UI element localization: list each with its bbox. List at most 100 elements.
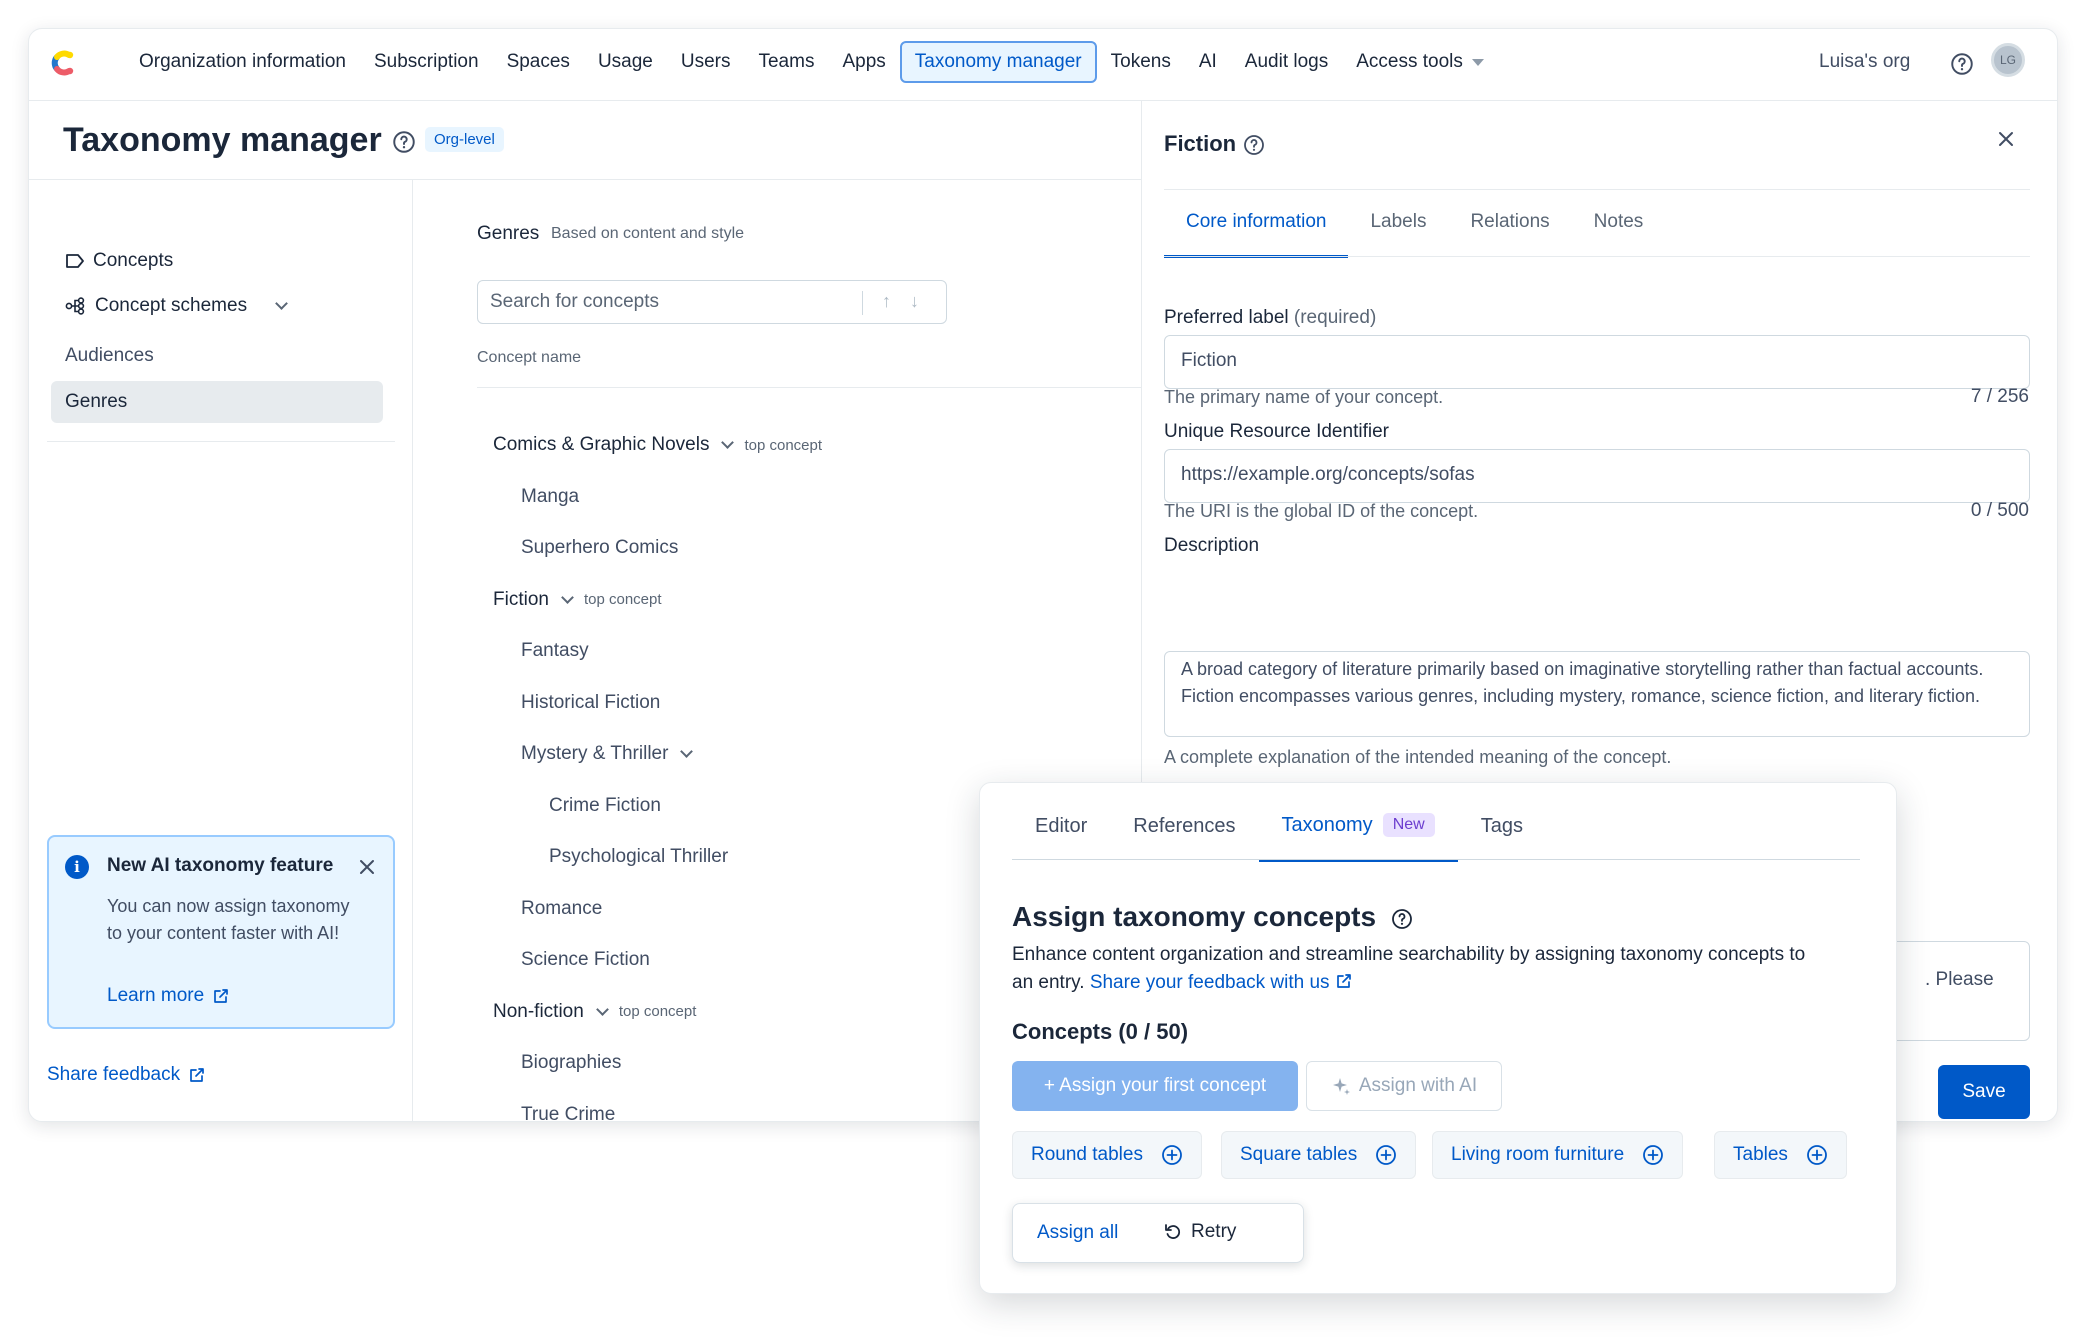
- concept-row[interactable]: Fantasy: [521, 640, 589, 662]
- help-icon[interactable]: [1390, 907, 1414, 931]
- chevron-down-icon[interactable]: [721, 436, 735, 449]
- share-feedback-link[interactable]: Share feedback: [47, 1064, 206, 1086]
- tab-label: Editor: [1035, 815, 1088, 837]
- concept-row[interactable]: Romance: [521, 898, 602, 920]
- description-textarea[interactable]: A broad category of literature primarily…: [1164, 651, 2030, 737]
- search-input[interactable]: Search for concepts ↑ ↓: [477, 280, 947, 324]
- sidebar-item-label: Concept schemes: [95, 295, 248, 316]
- assign-first-concept-button[interactable]: + Assign your first concept: [1012, 1061, 1298, 1111]
- preferred-label-input[interactable]: Fiction: [1164, 335, 2030, 389]
- concepts-count: Concepts (0 / 50): [1012, 1019, 1189, 1044]
- concept-row[interactable]: Biographies: [521, 1052, 621, 1074]
- help-icon[interactable]: [391, 129, 417, 155]
- tab-editor[interactable]: Editor: [1012, 815, 1110, 860]
- learn-more-label: Learn more: [107, 985, 205, 1006]
- learn-more-link[interactable]: Learn more: [107, 985, 230, 1007]
- required-hint: (required): [1293, 307, 1377, 328]
- add-circle-icon[interactable]: [1161, 1144, 1183, 1166]
- retry-icon: [1165, 1224, 1181, 1239]
- sidebar-item-genres[interactable]: Genres: [51, 381, 383, 423]
- assign-all-button[interactable]: Assign all: [1037, 1222, 1118, 1244]
- sort-up-icon[interactable]: ↑: [882, 291, 891, 312]
- chevron-down-icon[interactable]: [595, 1002, 609, 1016]
- nav-item-teams[interactable]: Teams: [744, 42, 828, 82]
- assign-with-ai-button[interactable]: Assign with AI: [1306, 1061, 1502, 1111]
- concept-row[interactable]: Non-fiction top concept: [493, 1001, 696, 1023]
- concept-label: Non-fiction: [493, 1000, 584, 1022]
- sidebar-item-audiences[interactable]: Audiences: [65, 345, 154, 367]
- concept-row[interactable]: Science Fiction: [521, 949, 650, 971]
- concept-row[interactable]: Crime Fiction: [549, 795, 661, 817]
- suggested-concept-chip[interactable]: Tables: [1714, 1131, 1847, 1179]
- avatar[interactable]: LG: [1991, 43, 2025, 77]
- uri-input[interactable]: https://example.org/concepts/sofas: [1164, 449, 2030, 503]
- tab-notes[interactable]: Notes: [1572, 211, 1666, 258]
- help-icon[interactable]: [1242, 133, 1266, 157]
- contentful-logo-icon[interactable]: [43, 43, 83, 83]
- chevron-down-icon[interactable]: [561, 590, 574, 604]
- tab-taxonomy[interactable]: Taxonomy New: [1258, 813, 1458, 862]
- chevron-down-icon[interactable]: [275, 297, 288, 310]
- concept-row[interactable]: Manga: [521, 486, 579, 508]
- tab-tags[interactable]: Tags: [1458, 815, 1546, 860]
- concept-label: Historical Fiction: [521, 691, 661, 713]
- nav-item-apps[interactable]: Apps: [828, 42, 899, 82]
- sort-down-icon[interactable]: ↓: [910, 291, 919, 312]
- help-icon[interactable]: [1949, 51, 1975, 77]
- sidebar-item-concept-schemes[interactable]: Concept schemes: [65, 295, 288, 317]
- add-circle-icon[interactable]: [1375, 1144, 1397, 1166]
- concept-row[interactable]: Historical Fiction: [521, 692, 660, 714]
- concept-label: Superhero Comics: [521, 537, 679, 558]
- tab-relations[interactable]: Relations: [1448, 211, 1571, 258]
- nav-item-organization-information[interactable]: Organization information: [125, 42, 360, 82]
- concept-row[interactable]: Psychological Thriller: [549, 846, 728, 868]
- org-name[interactable]: Luisa's org: [1819, 51, 1910, 73]
- concept-label: Manga: [521, 485, 580, 507]
- suggested-concept-chip[interactable]: Round tables: [1012, 1131, 1202, 1179]
- sidebar-item-label: Audiences: [65, 345, 154, 366]
- obscured-field-text: . Please: [1925, 969, 1994, 990]
- close-icon[interactable]: [355, 855, 379, 879]
- suggestion-actions: Assign all Retry: [1012, 1203, 1304, 1263]
- concept-row[interactable]: Mystery & Thriller: [521, 743, 694, 765]
- concept-label: Crime Fiction: [549, 794, 661, 816]
- retry-button[interactable]: Retry: [1163, 1221, 1236, 1243]
- nav-item-label: Users: [680, 51, 731, 72]
- feedback-link[interactable]: Share your feedback with us: [1090, 972, 1353, 993]
- nav-item-spaces[interactable]: Spaces: [493, 42, 584, 82]
- nav-item-taxonomy-manager[interactable]: Taxonomy manager: [899, 41, 1097, 83]
- nav-item-subscription[interactable]: Subscription: [360, 42, 493, 82]
- concept-row[interactable]: Fiction top concept: [493, 589, 662, 611]
- save-button[interactable]: Save: [1938, 1065, 2030, 1119]
- notice-title: New AI taxonomy feature: [107, 855, 334, 876]
- add-circle-icon[interactable]: [1642, 1144, 1664, 1166]
- notice-body: You can now assign taxonomy to your cont…: [107, 896, 350, 943]
- nav-item-audit-logs[interactable]: Audit logs: [1231, 42, 1342, 82]
- suggested-concept-chip[interactable]: Living room furniture: [1432, 1131, 1684, 1179]
- nav-item-label: Organization information: [139, 51, 346, 72]
- concept-row[interactable]: Comics & Graphic Novels top concept: [493, 434, 822, 456]
- nav-item-access-tools[interactable]: Access tools: [1342, 42, 1498, 82]
- concept-label: Comics & Graphic Novels: [493, 434, 710, 455]
- hierarchy-icon: [65, 297, 85, 315]
- tab-labels[interactable]: Labels: [1348, 211, 1448, 258]
- add-circle-icon[interactable]: [1806, 1144, 1828, 1166]
- close-icon[interactable]: [1994, 127, 2018, 151]
- tab-core-information[interactable]: Core information: [1164, 211, 1349, 258]
- description-label: Description: [1164, 535, 1260, 556]
- concept-row[interactable]: True Crime: [521, 1104, 615, 1122]
- sidebar-item-concepts[interactable]: Concepts: [65, 250, 173, 272]
- scheme-heading: Genres: [477, 223, 540, 244]
- tab-references[interactable]: References: [1110, 815, 1258, 860]
- nav-item-ai[interactable]: AI: [1185, 42, 1231, 82]
- suggested-concept-chip[interactable]: Square tables: [1221, 1131, 1417, 1179]
- nav-items: Organization information Subscription Spac…: [125, 41, 1498, 83]
- nav-item-usage[interactable]: Usage: [584, 42, 667, 82]
- concept-row[interactable]: Superhero Comics: [521, 537, 678, 559]
- org-level-badge: Org-level: [425, 127, 504, 152]
- chevron-down-icon[interactable]: [680, 745, 694, 758]
- nav-item-users[interactable]: Users: [667, 42, 745, 82]
- nav-item-tokens[interactable]: Tokens: [1097, 42, 1185, 82]
- concept-label: Science Fiction: [521, 949, 650, 970]
- nav-item-label: Access tools: [1356, 51, 1463, 72]
